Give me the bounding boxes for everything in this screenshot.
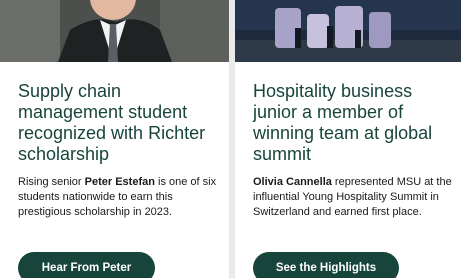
body-prefix: Rising senior (18, 176, 85, 188)
news-card-hospitality-summit: Hospitality business junior a member of … (235, 0, 461, 278)
card-description: Rising senior Peter Estefan is one of si… (18, 175, 223, 220)
see-the-highlights-button[interactable]: See the Highlights (253, 252, 399, 278)
hear-from-peter-button[interactable]: Hear From Peter (18, 252, 155, 278)
event-stage-photo (235, 0, 461, 62)
card-title: Hospitality business junior a member of … (253, 81, 433, 164)
student-name: Olivia Cannella (253, 176, 332, 188)
portrait-photo (0, 0, 229, 62)
news-cards-section: Supply chain management student recogniz… (0, 0, 461, 278)
news-card-richter-scholarship: Supply chain management student recogniz… (0, 0, 229, 278)
student-name: Peter Estefan (84, 176, 155, 188)
card-title: Supply chain management student recogniz… (18, 81, 206, 164)
card-description: Olivia Cannella represented MSU at the i… (253, 175, 453, 220)
